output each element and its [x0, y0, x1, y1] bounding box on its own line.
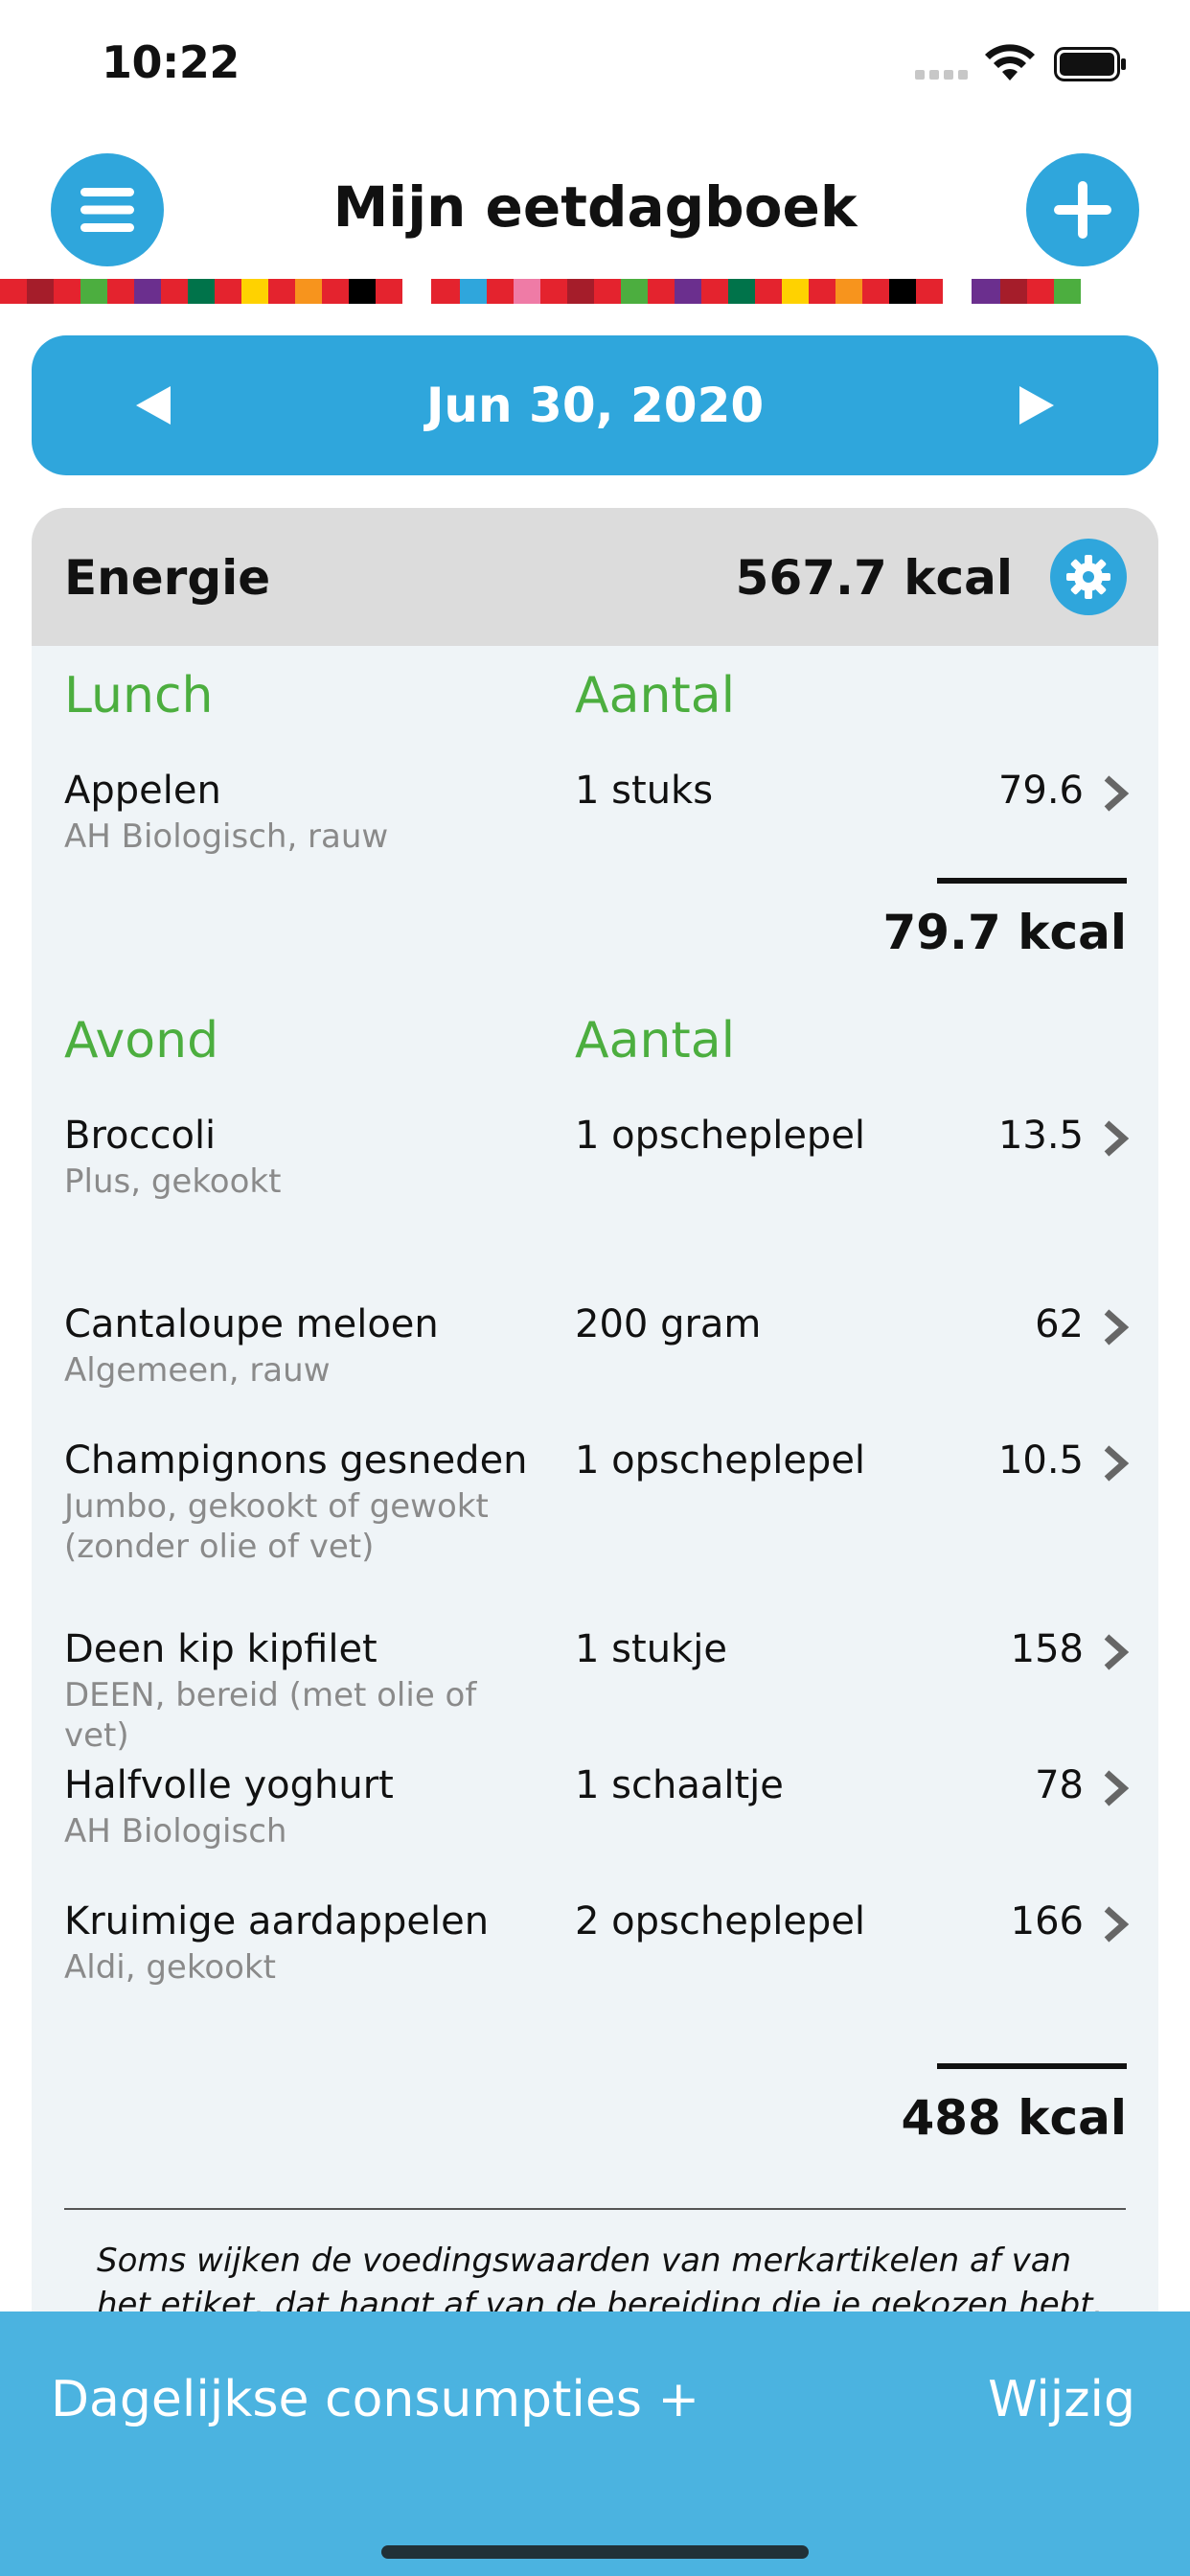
status-time: 10:22	[102, 36, 240, 88]
food-description: DEEN, bereid (met olie of vet)	[64, 1676, 477, 1755]
avond-subtotal: 488 kcal	[901, 2090, 1127, 2146]
food-quantity: 1 stuks	[575, 769, 714, 813]
add-entry-button[interactable]	[1026, 153, 1139, 266]
food-kcal: 10.5	[997, 1438, 1084, 1483]
page-title: Mijn eetdagboek	[332, 174, 858, 240]
food-name: Champignons gesneden	[64, 1438, 528, 1483]
diary-card: Energie 567.7 kcal Lunch Aantal Appelen …	[32, 508, 1158, 2425]
food-description: Plus, gekookt	[64, 1162, 282, 1201]
food-row[interactable]: Kruimige aardappelen Aldi, gekookt 2 ops…	[32, 1899, 1158, 1995]
food-name: Deen kip kipfilet	[64, 1627, 378, 1671]
food-name: Halfvolle yoghurt	[64, 1763, 394, 1807]
food-description: Aldi, gekookt	[64, 1948, 276, 1987]
food-kcal: 78	[1035, 1763, 1084, 1807]
food-name: Appelen	[64, 769, 221, 813]
triangle-right-icon	[1019, 386, 1054, 425]
subtotal-divider	[937, 878, 1127, 884]
daily-consumptions-button[interactable]: Dagelijkse consumpties +	[51, 2371, 699, 2428]
decorative-color-stripe	[0, 279, 1190, 304]
edit-button[interactable]: Wijzig	[988, 2371, 1135, 2428]
food-row[interactable]: Champignons gesneden Jumbo, gekookt of g…	[32, 1438, 1158, 1573]
chevron-right-icon	[1104, 1120, 1130, 1157]
food-description: Jumbo, gekookt of gewokt (zonder olie of…	[64, 1487, 489, 1566]
chevron-right-icon	[1104, 775, 1130, 812]
chevron-right-icon	[1104, 1634, 1130, 1670]
food-kcal: 158	[1010, 1627, 1084, 1671]
food-name: Cantaloupe meloen	[64, 1302, 439, 1346]
note-divider	[64, 2208, 1126, 2210]
food-row[interactable]: Cantaloupe meloen Algemeen, rauw 200 gra…	[32, 1302, 1158, 1398]
food-kcal: 62	[1035, 1302, 1084, 1346]
lunch-subtotal: 79.7 kcal	[882, 905, 1127, 960]
energy-total: 567.7 kcal	[735, 550, 1013, 606]
food-quantity: 1 opscheplepel	[575, 1438, 866, 1483]
quantity-header: Aantal	[575, 667, 736, 724]
energy-label: Energie	[64, 550, 271, 606]
food-row[interactable]: Appelen AH Biologisch, rauw 1 stuks 79.6	[32, 769, 1158, 864]
quantity-header: Aantal	[575, 1012, 736, 1070]
chevron-right-icon	[1104, 1309, 1130, 1346]
food-row[interactable]: Halfvolle yoghurt AH Biologisch 1 schaal…	[32, 1763, 1158, 1859]
bottom-bar: Dagelijkse consumpties + Wijzig	[0, 2312, 1190, 2576]
home-indicator[interactable]	[381, 2545, 809, 2559]
food-name: Kruimige aardappelen	[64, 1899, 490, 1944]
food-row[interactable]: Deen kip kipfilet DEEN, bereid (met olie…	[32, 1627, 1158, 1755]
food-quantity: 200 gram	[575, 1302, 762, 1346]
food-quantity: 1 schaaltje	[575, 1763, 784, 1807]
plus-icon	[1054, 181, 1111, 239]
food-quantity: 1 stukje	[575, 1627, 727, 1671]
subtotal-divider	[937, 2063, 1127, 2069]
food-kcal: 166	[1010, 1899, 1084, 1944]
cellular-signal-icon	[915, 70, 968, 80]
food-description: AH Biologisch, rauw	[64, 817, 389, 856]
chevron-right-icon	[1104, 1445, 1130, 1482]
next-day-button[interactable]	[1011, 380, 1063, 431]
food-description: Algemeen, rauw	[64, 1351, 331, 1390]
settings-button[interactable]	[1050, 539, 1127, 615]
wifi-icon	[985, 44, 1035, 80]
energy-header: Energie 567.7 kcal	[32, 508, 1158, 646]
gear-icon	[1066, 555, 1110, 599]
food-row[interactable]: Broccoli Plus, gekookt 1 opscheplepel 13…	[32, 1114, 1158, 1238]
section-title-avond: Avond	[64, 1012, 219, 1070]
food-quantity: 1 opscheplepel	[575, 1114, 866, 1158]
battery-icon	[1054, 47, 1126, 81]
food-quantity: 2 opscheplepel	[575, 1899, 866, 1944]
food-description: AH Biologisch	[64, 1812, 287, 1851]
food-kcal: 79.6	[997, 769, 1084, 813]
food-name: Broccoli	[64, 1114, 217, 1158]
date-navigator: Jun 30, 2020	[32, 335, 1158, 475]
status-bar: 10:22	[0, 0, 1190, 129]
section-title-lunch: Lunch	[64, 667, 214, 724]
chevron-right-icon	[1104, 1906, 1130, 1943]
food-kcal: 13.5	[997, 1114, 1084, 1158]
chevron-right-icon	[1104, 1770, 1130, 1806]
app-header: Mijn eetdagboek	[0, 144, 1190, 278]
current-date[interactable]: Jun 30, 2020	[32, 378, 1158, 433]
